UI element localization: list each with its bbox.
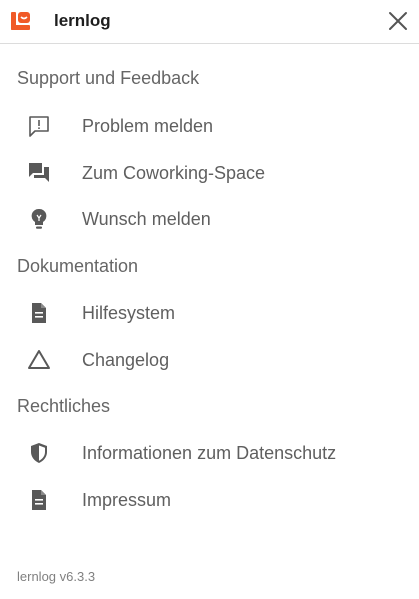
lernlog-logo-icon bbox=[11, 12, 30, 30]
section-title-dokumentation: Dokumentation bbox=[17, 256, 139, 276]
menu-item-label: Informationen zum Datenschutz bbox=[82, 443, 337, 463]
chat-bubbles-icon bbox=[29, 163, 49, 182]
menu-item-coworking-space[interactable]: Zum Coworking-Space bbox=[0, 153, 419, 193]
menu-item-wunsch-melden[interactable]: Wunsch melden bbox=[0, 199, 419, 239]
menu-item-changelog[interactable]: Changelog bbox=[0, 340, 419, 380]
menu-item-label: Changelog bbox=[82, 350, 170, 370]
speech-bubble-exclamation-icon bbox=[29, 116, 49, 137]
menu-item-label: Hilfesystem bbox=[82, 303, 176, 323]
lightbulb-icon bbox=[31, 208, 47, 229]
menu-item-label: Wunsch melden bbox=[82, 209, 211, 229]
menu-item-label: Impressum bbox=[82, 490, 172, 510]
document-icon bbox=[32, 490, 46, 510]
menu-item-hilfesystem[interactable]: Hilfesystem bbox=[0, 293, 419, 333]
menu-header: lernlog bbox=[0, 0, 419, 44]
document-icon bbox=[32, 303, 46, 323]
menu-item-datenschutz[interactable]: Informationen zum Datenschutz bbox=[0, 433, 419, 473]
menu-item-problem-melden[interactable]: Problem melden bbox=[0, 106, 419, 146]
menu-item-impressum[interactable]: Impressum bbox=[0, 480, 419, 520]
section-title-rechtliches: Rechtliches bbox=[17, 396, 111, 416]
section-title-support: Support und Feedback bbox=[17, 68, 200, 88]
triangle-icon bbox=[28, 350, 50, 369]
menu-item-label: Zum Coworking-Space bbox=[82, 163, 266, 183]
version-label: lernlog v6.3.3 bbox=[17, 569, 96, 584]
menu-item-label: Problem melden bbox=[82, 116, 214, 136]
app-title: lernlog bbox=[54, 11, 111, 30]
shield-icon bbox=[31, 443, 47, 463]
close-icon[interactable] bbox=[387, 10, 409, 32]
